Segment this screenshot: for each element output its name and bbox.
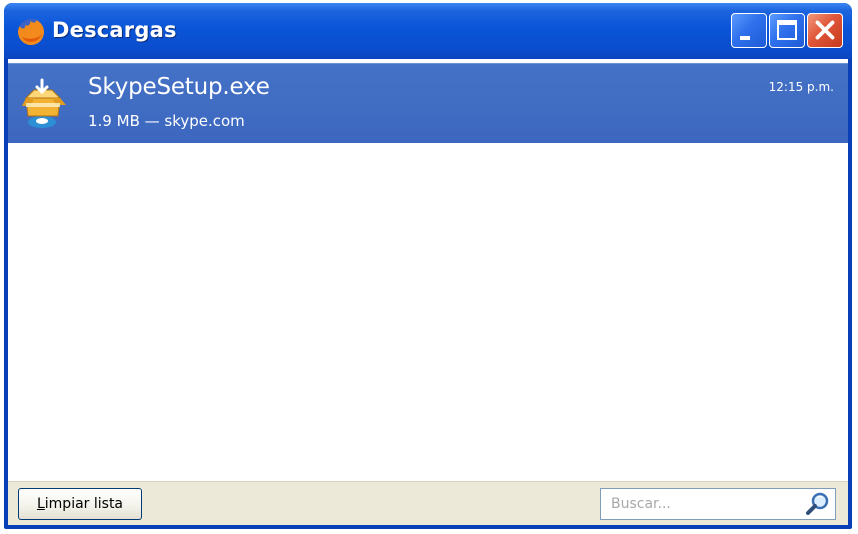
downloads-window: Descargas SkypeSetup.exe 1.9 MB — skype.… (4, 3, 852, 529)
minimize-button[interactable] (731, 13, 767, 48)
close-icon (815, 20, 835, 40)
download-item[interactable]: SkypeSetup.exe 1.9 MB — skype.com 12:15 … (8, 63, 848, 143)
downloads-list[interactable]: SkypeSetup.exe 1.9 MB — skype.com 12:15 … (8, 59, 848, 525)
close-button[interactable] (807, 13, 843, 48)
maximize-icon (777, 20, 797, 40)
minimize-icon (740, 36, 750, 40)
window-title: Descargas (52, 18, 177, 42)
maximize-button[interactable] (769, 13, 805, 48)
search-input[interactable] (601, 489, 801, 519)
file-status: 1.9 MB — skype.com (88, 112, 245, 130)
bottom-toolbar: Limpiar lista (8, 481, 848, 525)
download-time: 12:15 p.m. (768, 80, 834, 94)
clear-list-label: impiar lista (44, 496, 124, 512)
clear-list-accelerator: L (36, 496, 45, 512)
firefox-icon (18, 18, 45, 45)
search-icon[interactable] (805, 491, 831, 517)
package-icon (22, 78, 66, 128)
search-box[interactable] (600, 488, 836, 520)
clear-list-button[interactable]: Limpiar lista (18, 488, 142, 520)
file-name: SkypeSetup.exe (88, 74, 270, 100)
title-bar[interactable]: Descargas (4, 3, 852, 59)
